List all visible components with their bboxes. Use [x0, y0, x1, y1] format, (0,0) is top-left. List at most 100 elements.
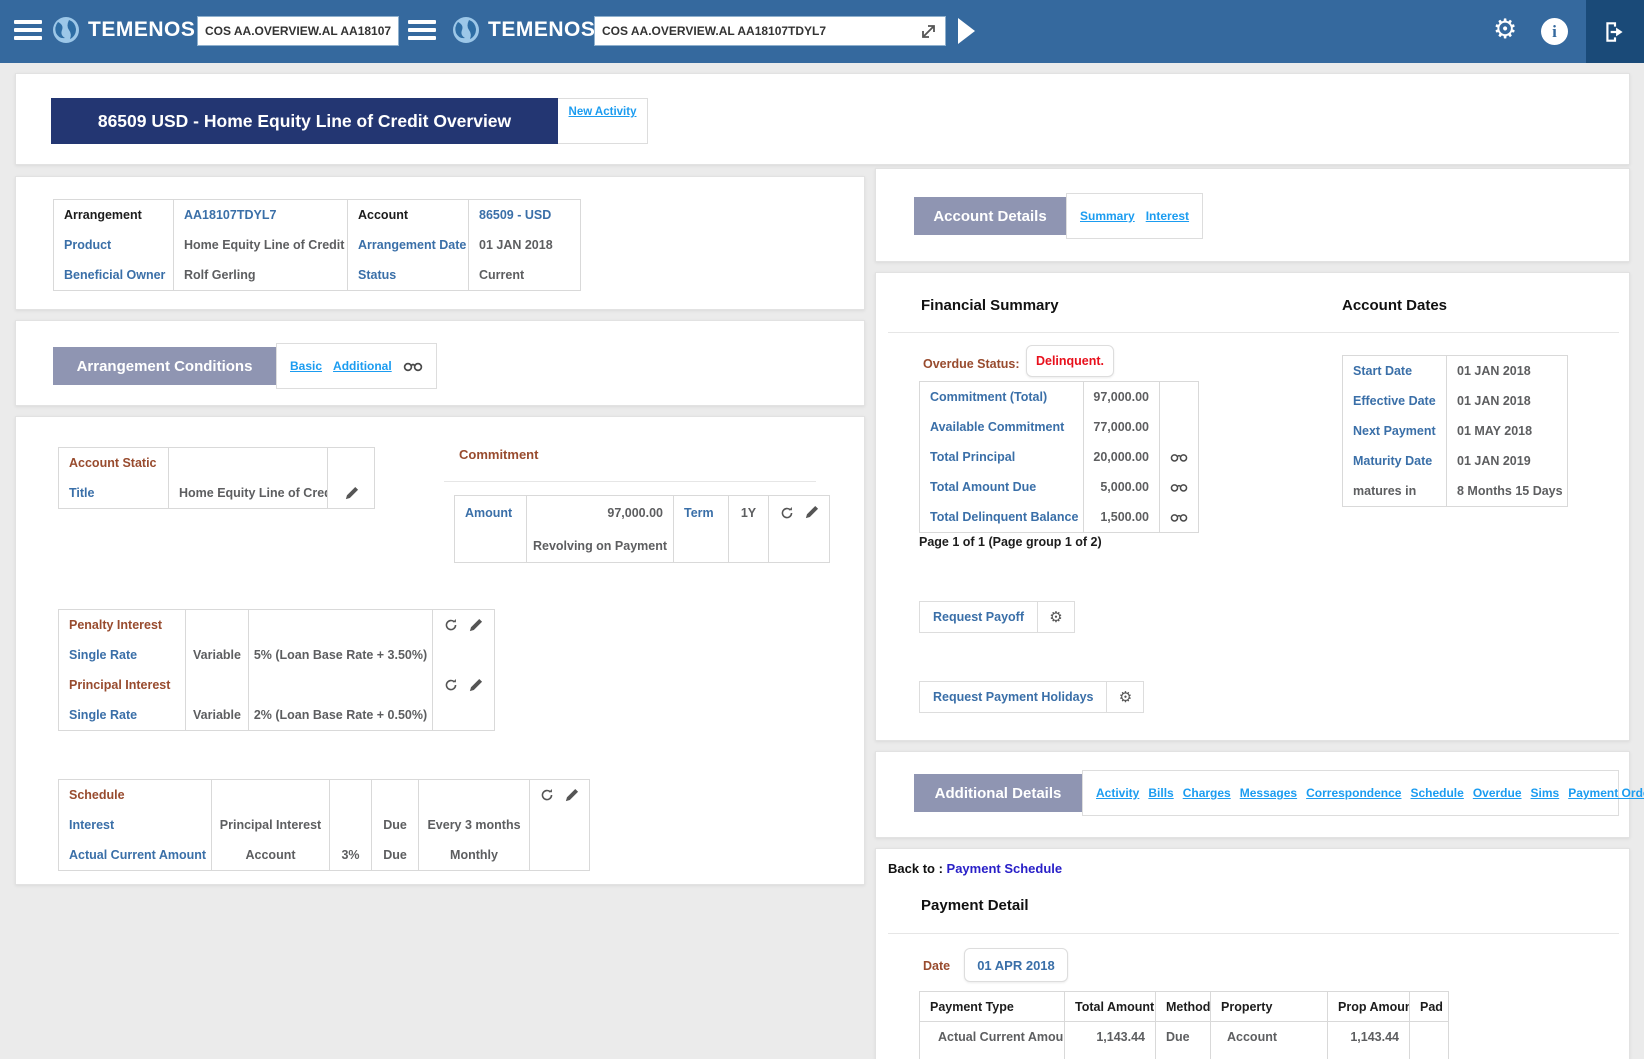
page-title: 86509 USD - Home Equity Line of Credit O…: [51, 98, 558, 144]
edit-pencil-icon[interactable]: [468, 678, 483, 693]
info-icon[interactable]: i: [1541, 18, 1568, 45]
payment-schedule-back-link[interactable]: Payment Schedule: [947, 861, 1063, 876]
financial-summary-table: Commitment (Total) 97,000.00 Available C…: [919, 381, 1199, 533]
sign-out-button[interactable]: [1586, 0, 1644, 63]
request-payoff-button[interactable]: Request Payoff ⚙: [919, 601, 1075, 633]
command-line-input-right[interactable]: [594, 16, 946, 46]
overdue-status-label: Overdue Status:: [923, 357, 1020, 371]
schedule-property: Account: [212, 840, 330, 870]
schedule-table: Schedule Interest Principal Interest Due…: [58, 779, 590, 871]
fs-label: Commitment (Total): [920, 382, 1084, 412]
link-charges[interactable]: Charges: [1183, 786, 1231, 800]
ad-value: 8 Months 15 Days: [1447, 476, 1567, 506]
link-overdue[interactable]: Overdue: [1473, 786, 1522, 800]
arrangement-id-link[interactable]: AA18107TDYL7: [174, 200, 348, 230]
refresh-icon[interactable]: [444, 678, 458, 692]
binoculars-icon[interactable]: [1170, 481, 1188, 493]
fs-label: Total Delinquent Balance: [920, 502, 1084, 532]
rate-value: 5% (Loan Base Rate + 3.50%): [249, 640, 433, 670]
fs-value: 20,000.00: [1084, 442, 1160, 472]
rate-value: 2% (Loan Base Rate + 0.50%): [249, 700, 433, 730]
edit-pencil-icon[interactable]: [804, 505, 819, 520]
brand-text: TEMENOS: [488, 18, 595, 42]
title-value: Home Equity Line of Credit: [169, 478, 328, 508]
gear-icon[interactable]: ⚙: [1106, 682, 1143, 712]
link-bills[interactable]: Bills: [1148, 786, 1173, 800]
request-payment-holidays-button[interactable]: Request Payment Holidays ⚙: [919, 681, 1144, 713]
gear-icon[interactable]: ⚙: [1037, 602, 1074, 632]
method: Due: [1156, 1022, 1211, 1052]
edit-pencil-icon[interactable]: [468, 618, 483, 633]
account-id-link[interactable]: 86509 - USD: [469, 200, 580, 230]
account-dates-title: Account Dates: [1342, 297, 1447, 314]
link-payment-orders[interactable]: Payment Orders: [1568, 786, 1644, 800]
method: Due: [1156, 1052, 1211, 1059]
temenos-logo: TEMENOS: [52, 16, 195, 44]
interest-label: Interest: [59, 810, 212, 840]
additional-details-card: Additional Details Activity Bills Charge…: [875, 751, 1630, 838]
col-header: Pad: [1410, 992, 1448, 1022]
col-header: Prop Amount: [1328, 992, 1410, 1022]
ad-label: Next Payment: [1343, 416, 1447, 446]
link-sims[interactable]: Sims: [1531, 786, 1560, 800]
tab-additional[interactable]: Additional: [333, 359, 392, 373]
arrangement-label: Arrangement: [54, 200, 174, 230]
term-value: 1Y: [729, 496, 769, 529]
col-header: Payment Type: [920, 992, 1065, 1022]
request-payment-holidays-label: Request Payment Holidays: [920, 682, 1106, 712]
total-amount: 1,143.44: [1065, 1022, 1156, 1052]
payment-detail-card: Back to : Payment Schedule Payment Detai…: [875, 848, 1630, 1059]
total-amount: 356.56: [1065, 1052, 1156, 1059]
refresh-icon[interactable]: [780, 506, 794, 520]
link-messages[interactable]: Messages: [1240, 786, 1297, 800]
arrangement-table: Arrangement AA18107TDYL7 Account 86509 -…: [53, 199, 581, 291]
edit-pencil-icon[interactable]: [564, 788, 579, 803]
payment-detail-title: Payment Detail: [921, 897, 1029, 914]
top-bar: TEMENOS TEMENOS ⚙ i: [0, 0, 1644, 63]
additional-details-header: Additional Details: [914, 774, 1082, 812]
refresh-icon[interactable]: [444, 618, 458, 632]
overdue-status-badge: Delinquent.: [1026, 345, 1114, 377]
property: Account: [1211, 1022, 1328, 1052]
link-correspondence[interactable]: Correspondence: [1306, 786, 1401, 800]
refresh-icon[interactable]: [540, 788, 554, 802]
binoculars-icon[interactable]: [1170, 511, 1188, 523]
prop-amount: 1,143.44: [1328, 1022, 1410, 1052]
fs-value: 1,500.00: [1084, 502, 1160, 532]
prop-amount: 356.56: [1328, 1052, 1410, 1059]
account-dates-table: Start Date 01 JAN 2018 Effective Date 01…: [1342, 355, 1568, 507]
rate-type: Variable: [186, 700, 249, 730]
new-activity-box: New Activity: [558, 98, 648, 144]
fs-value: 77,000.00: [1084, 412, 1160, 442]
link-activity[interactable]: Activity: [1096, 786, 1139, 800]
additional-details-links: Activity Bills Charges Messages Correspo…: [1082, 770, 1619, 816]
new-activity-link[interactable]: New Activity: [558, 106, 647, 118]
link-schedule[interactable]: Schedule: [1410, 786, 1463, 800]
term-label: Term: [674, 496, 729, 529]
tab-interest[interactable]: Interest: [1146, 209, 1189, 223]
fs-label: Total Amount Due: [920, 472, 1084, 502]
edit-pencil-icon[interactable]: [344, 486, 359, 501]
conditions-tabs: Basic Additional: [276, 343, 437, 389]
binoculars-icon[interactable]: [403, 360, 423, 372]
expand-command-icon[interactable]: [920, 22, 938, 40]
payment-date-selector[interactable]: 01 APR 2018: [964, 948, 1068, 982]
ad-value: 01 MAY 2018: [1447, 416, 1567, 446]
command-line-input-left[interactable]: [197, 16, 399, 46]
arrangement-conditions-card: Arrangement Conditions Basic Additional: [15, 320, 865, 406]
pagination-text: Page 1 of 1 (Page group 1 of 2): [919, 535, 1102, 549]
page-title-card: 86509 USD - Home Equity Line of Credit O…: [15, 73, 1630, 165]
schedule-percent: 3%: [330, 840, 372, 870]
tab-summary[interactable]: Summary: [1080, 209, 1135, 223]
schedule-frequency: Every 3 months: [419, 810, 530, 840]
account-details-tabs: Summary Interest: [1066, 193, 1203, 239]
product-label: Product: [54, 230, 174, 260]
penalty-interest-title: Penalty Interest: [59, 610, 186, 640]
tab-basic[interactable]: Basic: [290, 359, 322, 373]
menu-hamburger-icon[interactable]: [14, 20, 42, 44]
settings-gear-icon[interactable]: ⚙: [1493, 14, 1517, 45]
menu-hamburger-icon-2[interactable]: [408, 20, 436, 44]
property: Principal Interest: [1211, 1052, 1328, 1059]
run-command-button[interactable]: [958, 18, 975, 44]
binoculars-icon[interactable]: [1170, 451, 1188, 463]
